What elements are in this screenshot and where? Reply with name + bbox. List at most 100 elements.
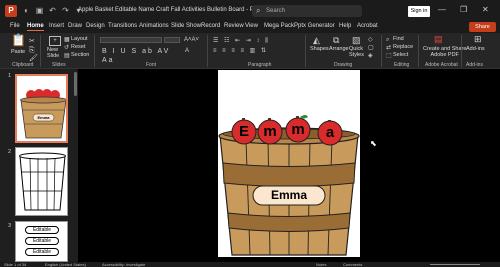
- apple-basket-graphic: [218, 115, 360, 256]
- apple-letter-1: E: [238, 123, 249, 140]
- thumbnail-scrollbar[interactable]: [74, 72, 77, 96]
- slide-thumbnail-2[interactable]: [15, 147, 68, 216]
- shapes-icon[interactable]: ◭: [313, 36, 320, 45]
- editable-label: Editable: [25, 226, 59, 234]
- tab-review[interactable]: Review: [224, 23, 244, 29]
- separator: [94, 35, 95, 67]
- shape-effects-icon[interactable]: ◈: [368, 52, 373, 61]
- tab-record[interactable]: Record: [201, 23, 220, 29]
- font-size-select[interactable]: [164, 37, 180, 43]
- close-icon[interactable]: ✕: [482, 5, 489, 14]
- autosave-icon[interactable]: ◐: [22, 6, 31, 15]
- font-color-icon[interactable]: A: [185, 47, 189, 56]
- group-adobe: Adobe Acrobat: [425, 62, 458, 68]
- save-icon[interactable]: ▣: [35, 6, 44, 15]
- section-button[interactable]: Section: [71, 52, 89, 58]
- group-slides: Slides: [52, 62, 66, 68]
- window-title: Apple Basket Editable Name Craft Fall Ac…: [78, 7, 275, 13]
- new-slide-button[interactable]: New Slide: [47, 47, 59, 59]
- new-slide-icon[interactable]: +: [49, 36, 61, 46]
- addins-icon[interactable]: ⊞: [474, 35, 482, 44]
- find-button[interactable]: Find: [393, 36, 404, 42]
- group-paragraph: Paragraph: [248, 62, 272, 68]
- quick-access-toolbar: ◐ ▣ ↶ ↷ ▾: [22, 6, 83, 15]
- language-status[interactable]: English (United States): [45, 262, 86, 267]
- font-format-icons[interactable]: B I U S ab AV Aa: [102, 47, 182, 65]
- share-button[interactable]: Share: [469, 22, 496, 32]
- apple-letter-2: m: [263, 123, 277, 140]
- powerpoint-logo-icon: P: [5, 5, 17, 17]
- reset-button[interactable]: Reset: [71, 44, 85, 50]
- separator: [381, 35, 382, 67]
- mouse-cursor-icon: ⬉: [370, 139, 377, 148]
- undo-icon[interactable]: ↶: [48, 6, 57, 15]
- tab-design[interactable]: Design: [86, 23, 105, 29]
- slide-canvas[interactable]: E m m a Emma: [218, 70, 360, 257]
- layout-button[interactable]: Layout: [71, 36, 88, 42]
- accessibility-status[interactable]: Accessibility: Investigate: [102, 262, 145, 267]
- tab-mega-pack[interactable]: Mega Pack: [264, 23, 294, 29]
- separator: [207, 35, 208, 67]
- tab-draw[interactable]: Draw: [68, 23, 82, 29]
- adobe-pdf-icon[interactable]: ▤: [434, 35, 443, 44]
- align-icons[interactable]: ≡ ≡ ≡ ≡ ▥ ⇅: [213, 47, 283, 56]
- thumb-number: 2: [8, 149, 12, 155]
- thumb-1-name: Emma: [37, 115, 50, 120]
- search-icon: ⌕: [256, 6, 261, 15]
- apple-letter-3: m: [291, 121, 305, 138]
- tab-animations[interactable]: Animations: [139, 23, 169, 29]
- search-input[interactable]: ⌕ Search: [252, 5, 362, 17]
- sign-in-button[interactable]: Sign in: [408, 6, 430, 17]
- select-button[interactable]: Select: [393, 52, 408, 58]
- name-label[interactable]: Emma: [253, 186, 325, 205]
- slide-counter: Slide 1 of 34: [4, 262, 27, 267]
- font-family-select[interactable]: [100, 37, 162, 43]
- quick-styles-button[interactable]: Quick Styles: [349, 46, 364, 58]
- tab-transitions[interactable]: Transitions: [108, 23, 137, 29]
- minimize-icon[interactable]: —: [438, 5, 446, 14]
- paste-icon[interactable]: 📋: [11, 34, 26, 46]
- create-share-pdf-button[interactable]: Create and Share Adobe PDF: [423, 46, 466, 58]
- tab-slide-show[interactable]: Slide Show: [171, 23, 201, 29]
- font-size-grow-icon[interactable]: A˄A˅: [184, 36, 202, 45]
- addins-button[interactable]: Add-ins: [466, 46, 485, 52]
- tab-view[interactable]: View: [245, 23, 258, 29]
- thumb-number: 3: [8, 223, 12, 229]
- apple-letter-4: a: [325, 124, 335, 141]
- tab-pptx-generator[interactable]: Pptx Generator: [294, 23, 335, 29]
- tab-insert[interactable]: Insert: [49, 23, 64, 29]
- group-editing: Editing: [394, 62, 410, 68]
- thumb-number: 1: [8, 73, 12, 79]
- redo-icon[interactable]: ↷: [61, 6, 70, 15]
- ribbon: 📋 Paste ✂ ⎘ 🖌 Clipboard + New Slide ▦ La…: [0, 33, 500, 69]
- group-drawing: Drawing: [334, 62, 353, 68]
- slide-thumbnail-1[interactable]: Emma: [15, 74, 68, 143]
- arrange-icon[interactable]: ⧉: [333, 36, 339, 45]
- status-bar: Slide 1 of 34 English (United States) Ac…: [0, 262, 500, 267]
- cut-icon[interactable]: ✂: [29, 37, 35, 46]
- tab-home[interactable]: Home: [27, 23, 44, 31]
- separator: [418, 35, 419, 67]
- comments-button[interactable]: Comments: [343, 262, 362, 267]
- select-icon: ⬚: [386, 53, 392, 59]
- tab-file[interactable]: File: [10, 23, 20, 29]
- slide-thumbnail-3[interactable]: Editable Editable Editable: [15, 221, 68, 262]
- restore-icon[interactable]: ❐: [460, 5, 467, 14]
- shapes-button[interactable]: Shapes: [310, 46, 329, 52]
- separator: [461, 35, 462, 67]
- thumb-1-basket-graphic: [20, 89, 66, 139]
- group-addins: Add-ins: [466, 62, 483, 68]
- zoom-slider[interactable]: [430, 264, 480, 265]
- tab-help[interactable]: Help: [339, 23, 351, 29]
- replace-button[interactable]: Replace: [393, 44, 413, 50]
- quick-styles-icon[interactable]: ▧: [352, 36, 361, 45]
- ribbon-tabs: File Home Insert Draw Design Transitions…: [0, 22, 500, 33]
- section-icon: ▤: [64, 53, 70, 59]
- arrange-button[interactable]: Arrange: [329, 46, 349, 52]
- notes-button[interactable]: Notes: [316, 262, 326, 267]
- paste-button[interactable]: Paste: [11, 49, 25, 55]
- tab-acrobat[interactable]: Acrobat: [357, 23, 378, 29]
- list-icons[interactable]: ☰ ☷ ⇤ ⇥ ↕ ⫼: [213, 37, 283, 46]
- editable-label: Editable: [25, 248, 59, 256]
- separator: [40, 35, 41, 67]
